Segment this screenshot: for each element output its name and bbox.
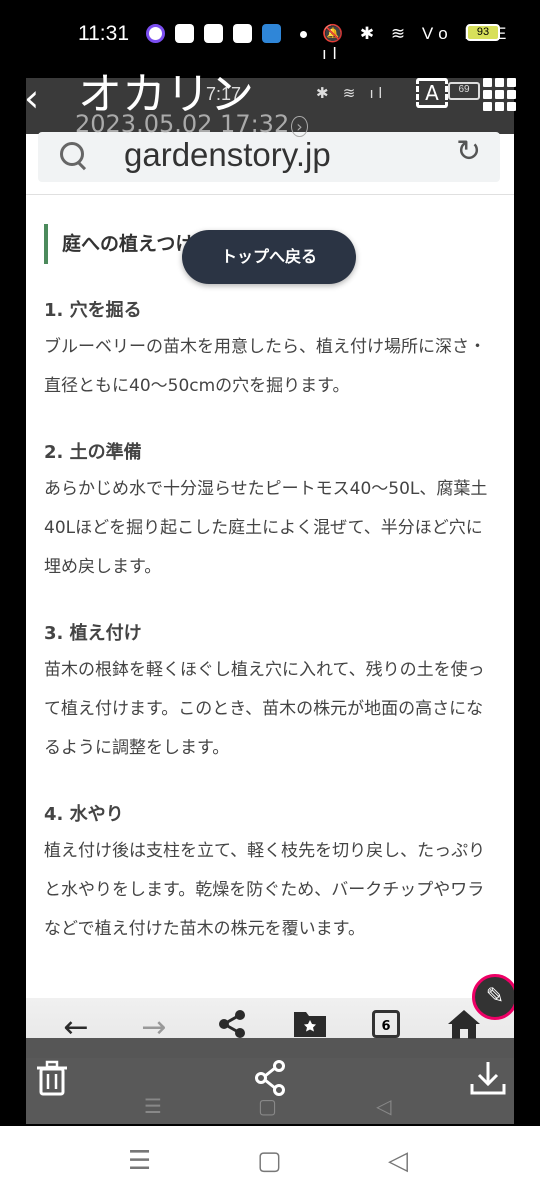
status-time: 11:31 <box>78 22 129 45</box>
viewer-header: ‹ オカリン 2023.05.02 17:32 › A <box>0 58 540 138</box>
home-button[interactable]: ▢ <box>257 1146 282 1176</box>
notification-icons <box>146 24 281 43</box>
app-badge-icon <box>262 24 281 43</box>
step: 3. 植え付け 苗木の根鉢を軽くほぐし植え穴に入れて、残りの土を使って植え付けま… <box>44 619 494 768</box>
embedded-nav-bar: ☰ ▢ ◁ <box>26 1092 514 1124</box>
system-nav-bar: ☰ ▢ ◁ <box>0 1126 540 1200</box>
step-title: 2. 土の準備 <box>44 442 142 463</box>
edit-pencil-icon[interactable]: ✎ <box>472 974 514 1020</box>
reload-icon[interactable]: ↻ <box>456 134 481 169</box>
step-body: ブルーベリーの苗木を用意したら、植え付け場所に深さ・直径ともに40〜50cmの穴… <box>44 337 486 396</box>
url-text: gardenstory.jp <box>124 136 331 173</box>
search-icon <box>60 142 84 166</box>
step-body: あらかじめ水で十分湿らせたピートモス40〜50L、腐葉土40Lほどを掘り起こした… <box>44 479 488 577</box>
image-preview[interactable]: 7:17 ✱ ≋ ıl 69 gardenstory.jp ↻ 庭への植えつけ … <box>26 78 514 1124</box>
back-button[interactable]: ◁ <box>388 1146 408 1176</box>
photo-timestamp: 2023.05.02 17:32 › <box>75 110 308 138</box>
step-title: 4. 水やり <box>44 804 124 825</box>
step: 1. 穴を掘る ブルーベリーの苗木を用意したら、植え付け場所に深さ・直径ともに4… <box>44 296 494 406</box>
box-icon <box>175 24 194 43</box>
embedded-back-icon: ◁ <box>376 1094 392 1118</box>
battery-icon: 93 <box>466 24 500 41</box>
step: 2. 土の準備 あらかじめ水で十分湿らせたピートモス40〜50L、腐葉土40Lほ… <box>44 438 494 587</box>
embedded-home-icon: ▢ <box>258 1094 277 1118</box>
address-bar[interactable]: gardenstory.jp ↻ <box>38 132 500 182</box>
step-body: 植え付け後は支柱を立て、軽く枝先を切り戻し、たっぷりと水やりをします。乾燥を防ぐ… <box>44 841 486 939</box>
divider <box>26 194 514 195</box>
wifi-app-icon <box>233 24 252 43</box>
embedded-recents-icon: ☰ <box>144 1094 162 1118</box>
step: 4. 水やり 植え付け後は支柱を立て、軽く枝先を切り戻し、たっぷりと水やりをしま… <box>44 800 494 949</box>
tabs-icon[interactable]: 6 <box>372 1010 400 1038</box>
notification-dot <box>300 31 307 38</box>
timestamp-chevron-icon[interactable]: › <box>291 116 308 137</box>
timestamp-text: 2023.05.02 17:32 <box>75 110 290 138</box>
grid-menu-icon[interactable] <box>483 78 516 111</box>
back-chevron-icon[interactable]: ‹ <box>24 76 39 120</box>
text-recognition-icon[interactable]: A <box>416 78 448 108</box>
step-title: 1. 穴を掘る <box>44 300 142 321</box>
step-body: 苗木の根鉢を軽くほぐし植え穴に入れて、残りの土を使って植え付けます。このとき、苗… <box>44 660 485 758</box>
step-title: 3. 植え付け <box>44 623 142 644</box>
article-content: 庭への植えつけ 1. 穴を掘る ブルーベリーの苗木を用意したら、植え付け場所に深… <box>44 224 494 949</box>
scroll-to-top-button[interactable]: トップへ戻る <box>182 230 356 284</box>
recents-button[interactable]: ☰ <box>128 1146 151 1176</box>
app-notification-icon <box>146 24 165 43</box>
muji-icon <box>204 24 223 43</box>
